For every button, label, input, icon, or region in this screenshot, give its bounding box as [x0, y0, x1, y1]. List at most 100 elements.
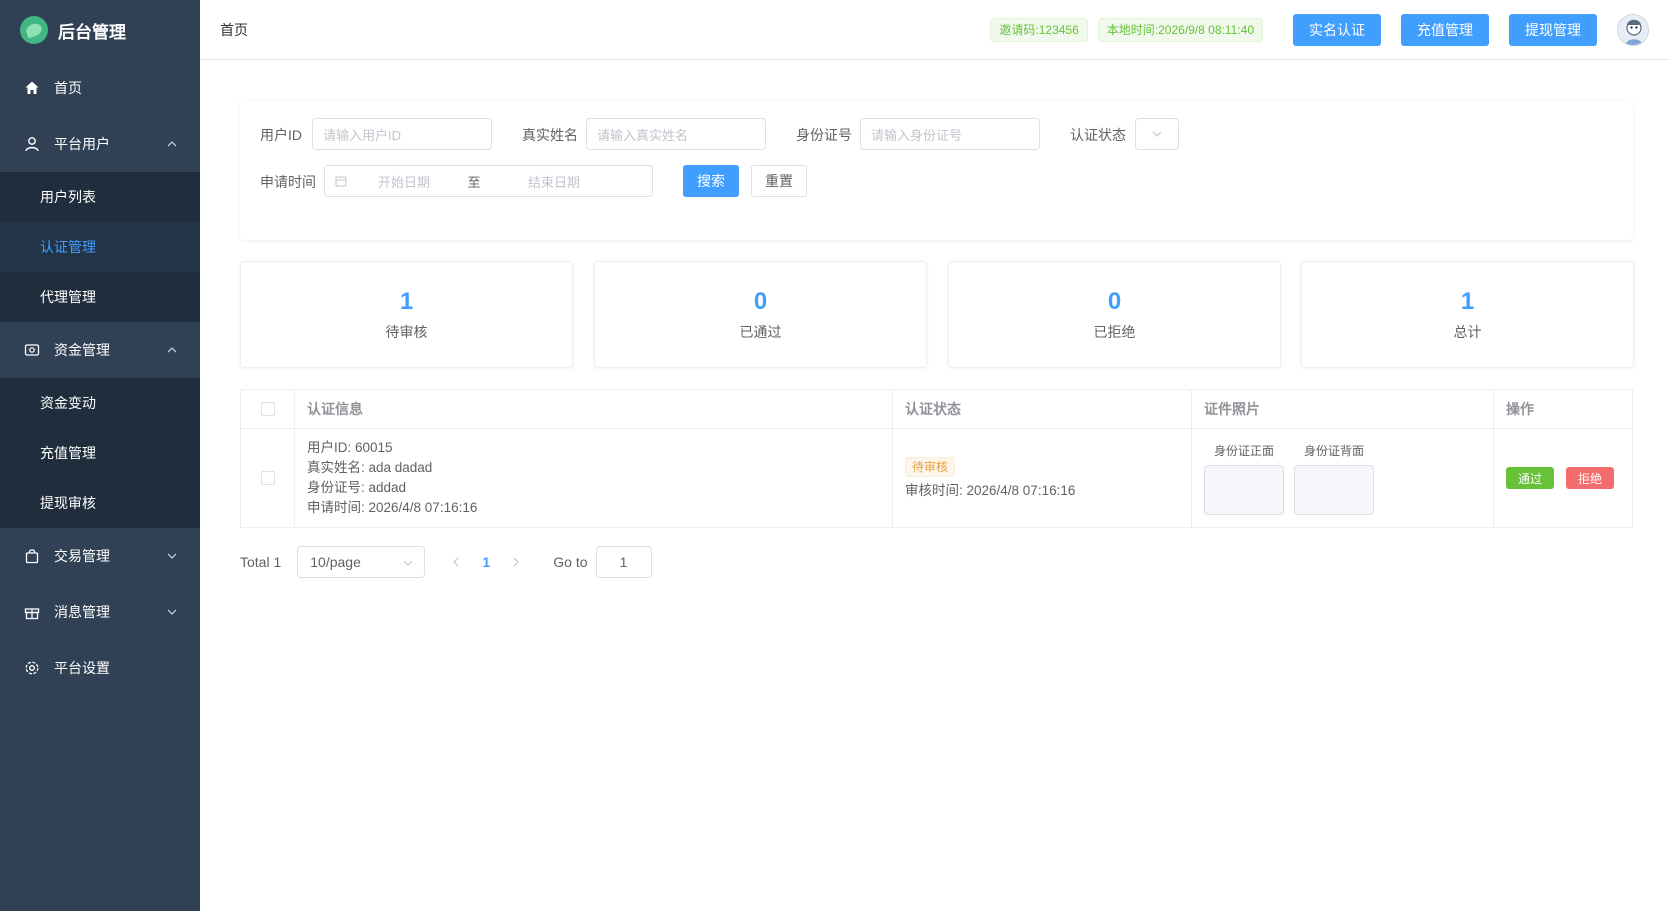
- auth-table: 认证信息 认证状态 证件照片 操作 用户ID: 60015 真实姓名: ada …: [240, 389, 1633, 528]
- start-date-input[interactable]: 开始日期: [349, 172, 459, 191]
- submenu-item-withdraw-review[interactable]: 提现审核: [0, 478, 200, 528]
- real-name-label: 真实姓名: [522, 127, 578, 143]
- row-checkbox[interactable]: [260, 471, 275, 485]
- home-icon: [24, 80, 40, 96]
- photo-front-image[interactable]: [1204, 464, 1284, 515]
- photo-back[interactable]: 身份证背面: [1294, 442, 1374, 515]
- user-icon: [24, 136, 40, 152]
- stat-label: 总计: [1453, 324, 1482, 340]
- status-badge: 待审核: [905, 457, 956, 477]
- apply-time-text: 申请时间: 2026/4/8 07:16:16: [307, 500, 478, 515]
- menu-item-message-manage[interactable]: 消息管理: [0, 584, 200, 640]
- stat-label: 已拒绝: [1093, 324, 1136, 340]
- pagination: Total 1 10/page 1 Go to 1: [240, 546, 652, 578]
- column-header: 认证信息: [295, 390, 893, 428]
- real-name-input[interactable]: 请输入真实姓名: [586, 118, 766, 150]
- top-header: 首页 邀请码:123456 本地时间:2026/9/8 08:11:40 实名认…: [200, 0, 1669, 60]
- status-label: 认证状态: [1070, 127, 1126, 143]
- gift-icon: [24, 604, 40, 620]
- apply-time-range[interactable]: 开始日期 至 结束日期: [324, 165, 653, 197]
- column-header: 认证状态: [893, 390, 1192, 428]
- auth-status-cell: 待审核 审核时间: 2026/4/8 07:16:16: [893, 429, 1192, 527]
- submenu-label-funds-change: 资金变动: [40, 395, 96, 411]
- id-card-label: 身份证号: [796, 127, 852, 143]
- id-card-text: 身份证号: addad: [307, 480, 407, 495]
- stat-label: 已通过: [739, 324, 782, 340]
- menu-item-home[interactable]: 首页: [0, 60, 200, 116]
- submenu-platform-users: 用户列表 认证管理 代理管理: [0, 172, 200, 322]
- submenu-label-user-list: 用户列表: [40, 189, 96, 205]
- chevron-up-icon: [164, 342, 180, 358]
- menu-label-trade-manage: 交易管理: [54, 548, 110, 564]
- page-size-value: 10/page: [310, 554, 361, 570]
- user-id-input[interactable]: 请输入用户ID: [312, 118, 492, 150]
- stat-card-rejected: 0 已拒绝: [948, 261, 1281, 368]
- reset-button[interactable]: 重置: [751, 165, 807, 197]
- apply-time-label: 申请时间: [260, 174, 316, 190]
- photo-front[interactable]: 身份证正面: [1204, 442, 1284, 515]
- chevron-right-icon: [513, 557, 520, 567]
- app-title: 后台管理: [58, 22, 126, 42]
- total-count: Total 1: [240, 554, 282, 570]
- submenu-label-recharge-manage: 充值管理: [40, 445, 96, 461]
- row-select-cell: [241, 429, 295, 527]
- invite-code-tag: 邀请码:123456: [990, 18, 1088, 42]
- submenu-item-recharge-manage[interactable]: 充值管理: [0, 428, 200, 478]
- withdraw-manage-button[interactable]: 提现管理: [1509, 14, 1597, 46]
- prev-page-button[interactable]: [441, 554, 471, 570]
- menu-label-platform-users: 平台用户: [54, 136, 110, 152]
- status-select[interactable]: [1135, 118, 1179, 150]
- approve-button[interactable]: 通过: [1506, 467, 1555, 489]
- reject-button[interactable]: 拒绝: [1566, 467, 1615, 489]
- range-separator: 至: [467, 174, 481, 190]
- select-all-cell: [241, 390, 295, 428]
- calendar-icon: [335, 175, 349, 187]
- next-page-button[interactable]: [501, 554, 531, 570]
- user-id-text: 用户ID: 60015: [307, 440, 393, 455]
- realname-auth-button[interactable]: 实名认证: [1293, 14, 1381, 46]
- leaf-logo-icon: [20, 16, 48, 44]
- stat-card-approved: 0 已通过: [594, 261, 927, 368]
- main-content: 用户ID 请输入用户ID 真实姓名 请输入真实姓名 身份证号 请输入身份证号 认…: [200, 61, 1669, 911]
- submenu-item-user-list[interactable]: 用户列表: [0, 172, 200, 222]
- stat-label: 待审核: [385, 324, 428, 340]
- submenu-item-agent-manage[interactable]: 代理管理: [0, 272, 200, 322]
- auth-info-cell: 用户ID: 60015 真实姓名: ada dadad 身份证号: addad …: [295, 429, 893, 527]
- photo-back-image[interactable]: [1294, 464, 1374, 515]
- menu-item-trade-manage[interactable]: 交易管理: [0, 528, 200, 584]
- photo-front-caption: 身份证正面: [1213, 443, 1274, 458]
- submenu-item-auth-manage[interactable]: 认证管理: [0, 222, 200, 272]
- chevron-down-icon: [402, 556, 414, 572]
- actions-cell: 通过 拒绝: [1494, 429, 1632, 527]
- id-photos-cell: 身份证正面 身份证背面: [1192, 429, 1494, 527]
- select-all-checkbox[interactable]: [260, 402, 275, 416]
- avatar[interactable]: [1617, 14, 1649, 46]
- column-header: 操作: [1506, 401, 1534, 417]
- submenu-funds-manage: 资金变动 充值管理 提现审核: [0, 378, 200, 528]
- search-form: 用户ID 请输入用户ID 真实姓名 请输入真实姓名 身份证号 请输入身份证号 认…: [240, 101, 1633, 240]
- column-header: 证件照片: [1192, 390, 1494, 428]
- end-date-input[interactable]: 结束日期: [489, 172, 619, 191]
- submenu-label-agent-manage: 代理管理: [40, 289, 96, 305]
- table-header: 认证信息 认证状态 证件照片 操作: [241, 390, 1632, 429]
- goto-page-input[interactable]: 1: [595, 546, 652, 578]
- menu-label-home: 首页: [54, 80, 82, 96]
- recharge-manage-button[interactable]: 充值管理: [1401, 14, 1489, 46]
- stat-value: 1: [1460, 288, 1475, 315]
- page-number-current[interactable]: 1: [471, 554, 501, 570]
- menu-item-platform-users[interactable]: 平台用户: [0, 116, 200, 172]
- search-button[interactable]: 搜索: [683, 165, 739, 197]
- submenu-label-withdraw-review: 提现审核: [40, 495, 96, 511]
- user-id-label: 用户ID: [260, 127, 302, 143]
- menu-item-platform-settings[interactable]: 平台设置: [0, 640, 200, 696]
- id-card-input[interactable]: 请输入身份证号: [860, 118, 1040, 150]
- submenu-item-funds-change[interactable]: 资金变动: [0, 378, 200, 428]
- breadcrumb[interactable]: 首页: [220, 20, 248, 40]
- wallet-icon: [24, 342, 40, 358]
- chevron-left-icon: [453, 557, 459, 567]
- page-size-select[interactable]: 10/page: [297, 546, 426, 578]
- stat-card-total: 1 总计: [1301, 261, 1634, 368]
- menu-item-funds-manage[interactable]: 资金管理: [0, 322, 200, 378]
- submenu-label-auth-manage: 认证管理: [40, 239, 96, 255]
- logo: 后台管理: [0, 0, 200, 60]
